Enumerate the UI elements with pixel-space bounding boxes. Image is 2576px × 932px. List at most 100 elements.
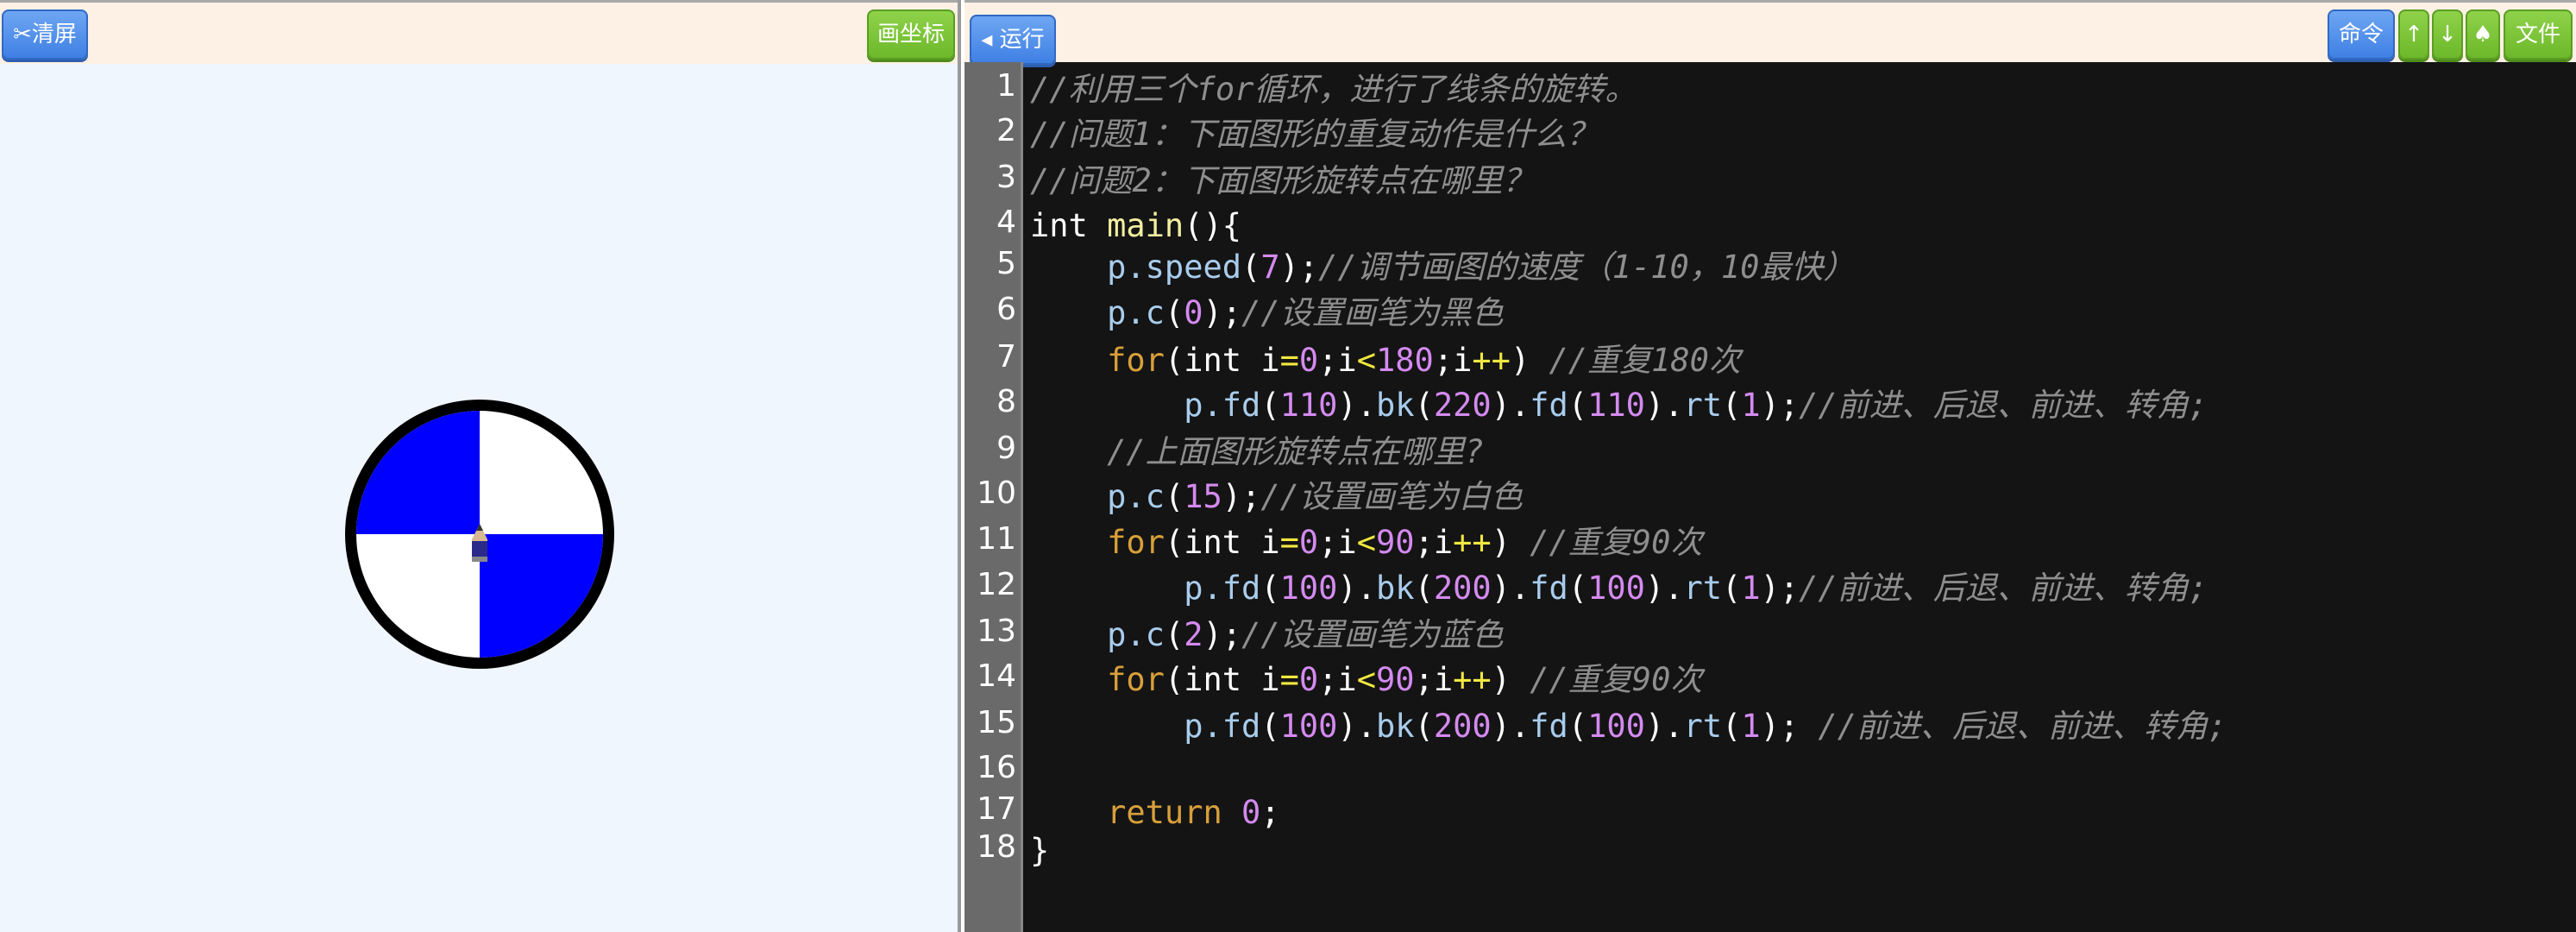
code-line[interactable]: p.fd(100).bk(200).fd(100).rt(1); //前进、后退… [1030,708,2227,746]
code-token: return [1107,794,1222,831]
line-number: 11 [977,521,1016,557]
turtle-canvas[interactable] [0,64,958,932]
code-token: ). [1491,570,1530,607]
code-token: p.fd [1184,570,1261,607]
code-token: ;i [1318,342,1357,379]
code-token: 110 [1279,387,1338,424]
code-token: (int i [1164,661,1280,698]
line-number: 13 [977,614,1016,649]
line-number-gutter: 1 2 3 4 5 6 7 8 9 10 11 12 13 14 15 16 17 18 [964,62,1023,932]
code-token: ); [1203,616,1242,653]
code-token: fd [1530,708,1568,745]
code-line[interactable]: p.speed(7);//调节画图的速度（1-10，10最快） [1030,249,1855,287]
code-line[interactable]: //利用三个for循环，进行了线条的旋转。 [1030,71,1637,109]
spade-icon[interactable]: ♠ [2466,9,2500,60]
code-token: ++ [1453,524,1492,561]
code-token: 0 [1298,342,1319,379]
code-line[interactable]: p.c(0);//设置画笔为黑色 [1030,294,1504,332]
code-line[interactable]: //上面图形旋转点在哪里? [1030,433,1484,471]
code-token: //重复90次 [1530,661,1703,698]
code-token: ( [1260,570,1280,607]
code-line[interactable]: p.c(2);//设置画笔为蓝色 [1030,616,1504,654]
code-token: p.fd [1184,708,1261,745]
line-number: 3 [996,160,1016,195]
code-token: rt [1683,387,1723,424]
code-line[interactable]: int main(){ [1030,207,1241,245]
canvas-pane: ✂清屏 画坐标 [0,0,961,932]
code-token: 0 [1184,294,1203,331]
code-token: = [1279,661,1299,698]
code-token: ( [1568,708,1588,745]
code-token: 110 [1587,387,1645,424]
code-token: = [1279,342,1299,379]
code-token: //前进、后退、前进、转角; [1818,708,2227,745]
code-token: < [1356,342,1376,379]
code-line[interactable]: for(int i=0;i<90;i++) //重复90次 [1030,524,1702,562]
canvas-toolbar: ✂清屏 画坐标 [0,0,958,64]
clear-screen-button[interactable]: ✂清屏 [2,9,88,60]
code-token: ( [1568,570,1588,607]
run-button[interactable]: ◂ 运行 [970,15,1056,65]
code-line[interactable]: for(int i=0;i<90;i++) //重复90次 [1030,661,1702,699]
line-number: 5 [996,246,1016,281]
code-token: ). [1491,387,1530,424]
code-line[interactable]: //问题1：下面图形的重复动作是什么？ [1030,116,1599,154]
code-token: 100 [1587,570,1645,607]
code-token: ++ [1472,342,1511,379]
commands-button[interactable]: 命令 [2328,9,2395,60]
code-token: 100 [1587,708,1645,745]
code-token: ( [1722,387,1742,424]
code-token: bk [1376,387,1415,424]
file-button[interactable]: 文件 [2504,9,2573,60]
code-editor[interactable]: //利用三个for循环，进行了线条的旋转。 //问题1：下面图形的重复动作是什么？… [1030,62,2574,932]
code-token: ); [1203,294,1242,331]
line-number: 6 [996,292,1016,327]
line-number: 7 [996,339,1016,375]
code-token: 200 [1433,708,1492,745]
code-token: ( [1260,387,1280,424]
editor-toolbar: ◂ 运行 命令 ↑ ↓ ♠ 文件 [964,0,2576,65]
scroll-up-button[interactable]: ↑ [2398,9,2429,60]
code-token: ( [1722,570,1742,607]
scroll-down-button[interactable]: ↓ [2432,9,2463,60]
code-line[interactable]: p.fd(100).bk(200).fd(100).rt(1);//前进、后退、… [1030,570,2208,608]
code-token: bk [1376,570,1415,607]
code-line[interactable]: //问题2：下面图形旋转点在哪里？ [1030,162,1535,200]
blue-quadrant-top-left [356,411,480,534]
code-token: ;i [1318,661,1357,698]
line-number: 1 [996,68,1016,104]
code-token: ) [1510,342,1549,379]
draw-coordinates-button[interactable]: 画坐标 [867,9,955,60]
code-line[interactable]: p.c(15);//设置画笔为白色 [1030,478,1523,516]
code-token: ) [1491,661,1530,698]
code-token: 220 [1433,387,1492,424]
code-token: ( [1414,708,1434,745]
code-token: (int i [1164,342,1280,379]
code-token: //利用三个for循环，进行了线条的旋转。 [1030,71,1637,108]
code-token: //调节画图的速度（1-10，10最快） [1318,249,1856,286]
code-line[interactable]: } [1030,832,1049,870]
code-token: ( [1164,478,1184,515]
code-token: for [1107,524,1165,561]
code-token: ;i [1414,661,1454,698]
code-token: 7 [1260,249,1280,286]
line-number: 15 [977,705,1016,740]
code-token: 100 [1279,708,1338,745]
code-token: ). [1337,387,1376,424]
code-line[interactable]: return 0; [1030,794,1280,832]
code-line[interactable]: for(int i=0;i<180;i++) //重复180次 [1030,342,1741,380]
code-line[interactable]: p.fd(110).bk(220).fd(110).rt(1);//前进、后退、… [1030,387,2208,425]
code-token: ( [1241,249,1261,286]
line-number: 17 [977,791,1016,827]
code-token: ;i [1318,524,1357,561]
line-number: 12 [977,567,1016,602]
code-token: p.speed [1107,249,1242,286]
code-token: fd [1530,570,1568,607]
